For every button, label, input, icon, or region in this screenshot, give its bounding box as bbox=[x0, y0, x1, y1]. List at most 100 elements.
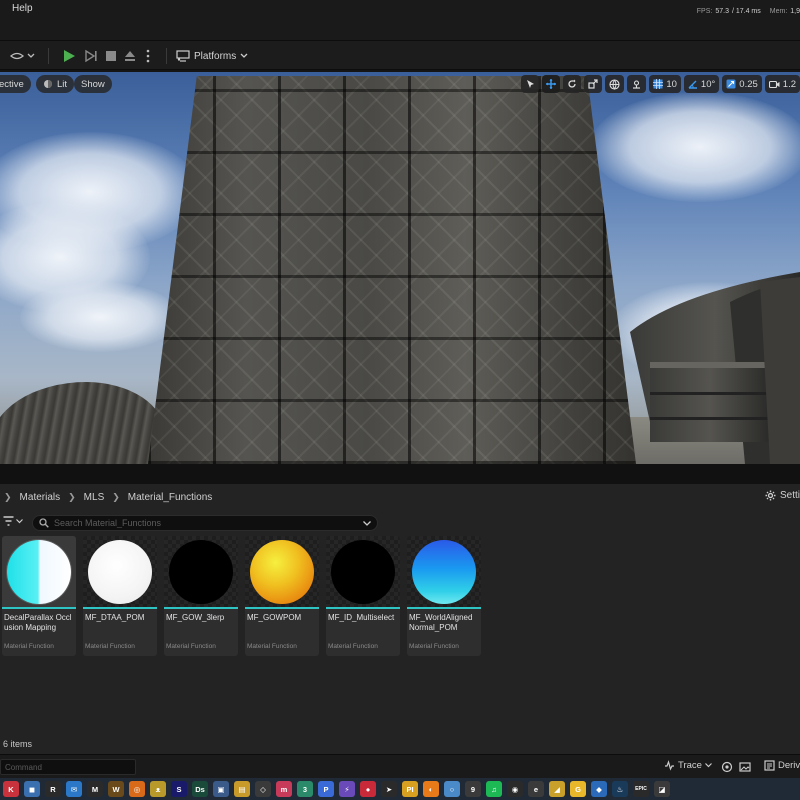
taskbar-app-bolt-icon[interactable]: ⚡ bbox=[339, 781, 355, 797]
play-options-button[interactable] bbox=[142, 46, 154, 66]
breadcrumb-item[interactable]: Material_Functions bbox=[128, 492, 212, 503]
asset-tile[interactable]: MF_GOWPOM Material Function bbox=[245, 536, 319, 656]
breadcrumb-item[interactable]: Materials bbox=[20, 492, 61, 503]
taskbar-app-blue-icon[interactable]: ◼ bbox=[24, 781, 40, 797]
lit-label: Lit bbox=[57, 78, 68, 90]
play-button[interactable] bbox=[60, 46, 78, 66]
translate-tool-button[interactable] bbox=[542, 75, 561, 93]
taskbar-app-bird-icon[interactable]: ◢ bbox=[549, 781, 565, 797]
taskbar-designer-icon[interactable]: Ds bbox=[192, 781, 208, 797]
taskbar-blender-icon[interactable]: ◐ bbox=[423, 781, 439, 797]
asset-name: MF_GOW_3lerp bbox=[166, 613, 225, 622]
item-count: 6 items bbox=[3, 739, 33, 749]
taskbar-app-r-icon[interactable]: R bbox=[45, 781, 61, 797]
search-icon bbox=[39, 518, 49, 528]
taskbar-spotify-icon[interactable]: ♫ bbox=[486, 781, 502, 797]
search-input[interactable] bbox=[54, 518, 358, 528]
taskbar-app-e-icon[interactable]: e bbox=[528, 781, 544, 797]
scale-snap-button[interactable]: 0.25 bbox=[722, 75, 762, 93]
camera-speed-value: 1.2 bbox=[782, 78, 796, 90]
asset-thumbnail bbox=[326, 536, 400, 607]
move-icon bbox=[546, 79, 557, 89]
taskbar-mail-icon[interactable]: ✉ bbox=[66, 781, 82, 797]
show-dropdown[interactable]: Show bbox=[74, 75, 112, 93]
asset-name: MF_ID_Multiselect bbox=[328, 613, 395, 622]
view-mode-dropdown[interactable]: Lit bbox=[36, 75, 75, 93]
taskbar-app-circle-icon[interactable]: ◉ bbox=[507, 781, 523, 797]
asset-type: Material Function bbox=[328, 643, 378, 650]
eject-button[interactable] bbox=[122, 46, 138, 66]
taskbar-app-last-icon[interactable]: ◪ bbox=[654, 781, 670, 797]
gear-icon bbox=[765, 490, 776, 501]
fps-value: 57.3 bbox=[715, 8, 729, 15]
level-viewport[interactable]: ective Lit Show 10 10° 0.25 1.2 bbox=[0, 72, 800, 464]
rotation-snap-button[interactable]: 10° bbox=[683, 75, 720, 93]
cloud bbox=[20, 282, 180, 352]
image-icon bbox=[739, 762, 751, 772]
asset-tile[interactable]: DecalParallax Occlusion Mapping Material… bbox=[2, 536, 76, 656]
cursor-icon bbox=[526, 80, 534, 88]
breadcrumb: ❯ Materials ❯ MLS ❯ Material_Functions bbox=[0, 484, 800, 510]
chevron-down-icon[interactable] bbox=[363, 520, 371, 526]
asset-thumbnail bbox=[2, 536, 76, 607]
scifi-tower-mesh bbox=[630, 272, 800, 464]
filter-dropdown[interactable] bbox=[3, 516, 23, 526]
trace-dropdown[interactable]: Trace bbox=[664, 760, 712, 771]
menu-help[interactable]: Help bbox=[12, 3, 33, 14]
world-local-toggle[interactable] bbox=[605, 75, 625, 93]
taskbar-app-monitor-icon[interactable]: ▣ bbox=[213, 781, 229, 797]
trace-label: Trace bbox=[678, 760, 702, 771]
screenshot-button[interactable] bbox=[738, 760, 752, 774]
taskbar-epic-games-icon[interactable]: K bbox=[3, 781, 19, 797]
taskbar-app-3-icon[interactable]: 3 bbox=[297, 781, 313, 797]
camera-speed-button[interactable]: 1.2 bbox=[764, 75, 800, 93]
taskbar-app-m2-icon[interactable]: m bbox=[276, 781, 292, 797]
taskbar-app-g-icon[interactable]: G bbox=[570, 781, 586, 797]
material-preview-sphere bbox=[250, 539, 314, 604]
taskbar-app-red-icon[interactable]: ● bbox=[360, 781, 376, 797]
taskbar-app-wings-icon[interactable]: ᴥ bbox=[150, 781, 166, 797]
taskbar-app-m-icon[interactable]: M bbox=[87, 781, 103, 797]
taskbar-app-9-icon[interactable]: 9 bbox=[465, 781, 481, 797]
scale-tool-button[interactable] bbox=[584, 75, 603, 93]
asset-tile[interactable]: MF_DTAA_POM Material Function bbox=[83, 536, 157, 656]
mode-dropdown[interactable] bbox=[8, 46, 36, 66]
breadcrumb-item[interactable]: MLS bbox=[84, 492, 105, 503]
console-command-input[interactable] bbox=[0, 759, 136, 775]
rotation-snap-value: 10° bbox=[700, 78, 716, 90]
taskbar-epic-launcher-icon[interactable]: EPIC bbox=[633, 781, 649, 797]
taskbar-app-blue2-icon[interactable]: ◆ bbox=[591, 781, 607, 797]
asset-thumbnail bbox=[245, 536, 319, 607]
stop-button[interactable] bbox=[103, 46, 119, 66]
derived-data-button[interactable]: Deriv bbox=[764, 760, 800, 771]
asset-tile[interactable]: MF_ID_Multiselect Material Function bbox=[326, 536, 400, 656]
viewport-transform-toolbar: 10 10° 0.25 1.2 bbox=[521, 75, 800, 93]
select-tool-button[interactable] bbox=[521, 75, 540, 93]
asset-thumbnail bbox=[83, 536, 157, 607]
taskbar-app-orange-icon[interactable]: ◎ bbox=[129, 781, 145, 797]
taskbar-app-p-icon[interactable]: P bbox=[318, 781, 334, 797]
asset-thumbnail bbox=[407, 536, 481, 607]
platforms-dropdown[interactable]: Platforms bbox=[176, 46, 248, 66]
taskbar-app-arrow-icon[interactable]: ➤ bbox=[381, 781, 397, 797]
perspective-dropdown[interactable]: ective bbox=[0, 75, 31, 93]
taskbar-wow-icon[interactable]: W bbox=[108, 781, 124, 797]
broadcast-button[interactable] bbox=[720, 760, 734, 774]
taskbar-unity-icon[interactable]: ◇ bbox=[255, 781, 271, 797]
advance-frame-button[interactable] bbox=[82, 46, 100, 66]
taskbar-app-s-icon[interactable]: S bbox=[171, 781, 187, 797]
taskbar-steam-icon[interactable]: ♨ bbox=[612, 781, 628, 797]
asset-tile[interactable]: MF_WorldAligned Normal_POM Material Func… bbox=[407, 536, 481, 656]
surface-snap-button[interactable] bbox=[627, 75, 647, 93]
taskbar-explorer-icon[interactable]: ▤ bbox=[234, 781, 250, 797]
globe-icon bbox=[609, 78, 620, 90]
scifi-wall-mesh bbox=[148, 76, 636, 464]
taskbar-app-ring-icon[interactable]: ○ bbox=[444, 781, 460, 797]
asset-tile[interactable]: MF_GOW_3lerp Material Function bbox=[164, 536, 238, 656]
settings-button[interactable]: Setti bbox=[765, 490, 800, 501]
trace-icon bbox=[665, 760, 674, 771]
grid-snap-button[interactable]: 10 bbox=[649, 75, 681, 93]
rotate-tool-button[interactable] bbox=[563, 75, 582, 93]
taskbar-pycharm-icon[interactable]: PI bbox=[402, 781, 418, 797]
camera-icon bbox=[768, 80, 780, 88]
